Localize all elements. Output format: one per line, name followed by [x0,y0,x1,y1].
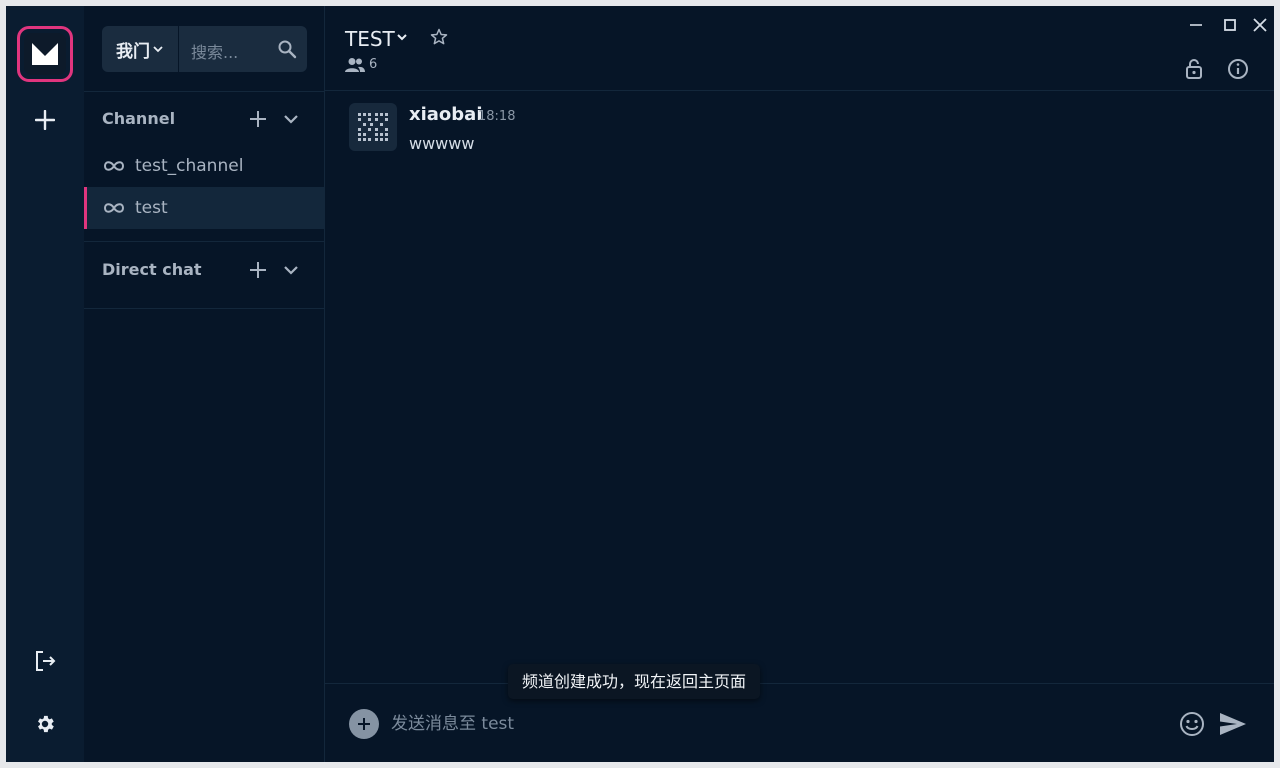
maximize-button[interactable] [1219,14,1241,36]
channel-item-test-channel[interactable]: test_channel [84,145,324,187]
add-direct-chat-button[interactable] [247,259,269,281]
collapse-direct-chevron-icon[interactable] [280,259,302,281]
panel-divider [84,241,324,242]
chat-main: TEST 6 xiaobai 18:18 wwwww 发送消息至 test [325,6,1274,762]
emoji-icon[interactable] [1179,711,1205,737]
close-button[interactable] [1249,14,1271,36]
maximize-icon [1224,19,1236,31]
workspace-logo-button[interactable] [17,26,73,82]
minimize-icon [1190,24,1202,26]
direct-section-header: Direct chat [102,258,312,282]
search-icon[interactable] [277,39,297,59]
channel-item-test[interactable]: test [84,187,324,229]
info-icon[interactable] [1226,57,1250,81]
infinity-icon [103,161,125,171]
logout-icon [36,651,56,671]
avatar[interactable] [349,103,397,151]
lock-icon[interactable] [1182,57,1206,81]
close-icon [1253,18,1267,32]
plus-icon [35,110,55,130]
channel-section-title: Channel [102,109,176,128]
send-icon[interactable] [1218,711,1248,737]
attach-button[interactable] [349,709,379,739]
panel-divider [84,308,324,309]
channel-label: test_channel [135,156,244,176]
infinity-icon [103,203,125,213]
logout-button[interactable] [25,641,65,681]
workspace-label: 我门 [116,41,150,62]
message-composer [325,683,1274,762]
plus-icon [358,718,370,730]
add-workspace-button[interactable] [25,100,65,140]
chevron-down-icon [153,46,163,53]
message-timestamp: 18:18 [478,109,516,124]
settings-button[interactable] [25,704,65,744]
app-window: 我门 搜索... Channel test_channel test Direc… [6,6,1274,762]
message-text: wwwww [409,134,475,153]
collapse-channels-chevron-icon[interactable] [280,108,302,130]
panel-divider [84,91,324,92]
add-channel-button[interactable] [247,108,269,130]
member-count: 6 [369,57,378,72]
channel-label: test [135,198,168,218]
message-input[interactable] [391,709,1151,739]
minimize-button[interactable] [1185,14,1207,36]
direct-section-title: Direct chat [102,260,202,279]
channel-section-header: Channel [102,107,312,131]
search-box[interactable]: 搜索... [179,26,307,72]
workspace-switcher[interactable]: 我门 [102,26,178,72]
identicon-avatar-icon [358,113,388,141]
room-header: TEST 6 [325,6,1274,91]
room-title[interactable]: TEST [345,26,395,52]
star-icon[interactable] [429,27,449,47]
search-placeholder: 搜索... [191,43,239,62]
message-username[interactable]: xiaobai [409,104,483,126]
channel-panel: 我门 搜索... Channel test_channel test Direc… [84,6,325,762]
chevron-down-icon[interactable] [395,30,409,44]
workspace-rail [6,6,84,762]
toast-notification: 频道创建成功，现在返回主页面 [508,664,761,699]
members-icon [345,58,365,72]
app-logo [24,33,66,75]
settings-icon [38,715,54,733]
